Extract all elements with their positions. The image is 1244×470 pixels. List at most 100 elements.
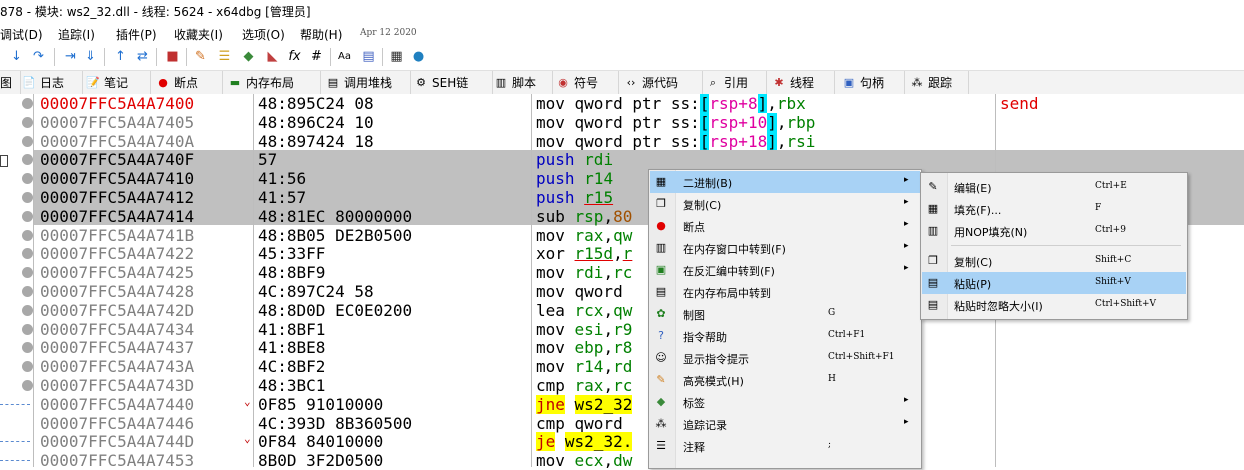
disasm-row[interactable]: 00007FFC5A4A7405 48:896C24 10 mov qword pt…: [0, 112, 1244, 132]
step-over-icon[interactable]: ↷: [30, 48, 47, 65]
context-menu-item[interactable]: ⁂ 追踪记录 ▸: [650, 413, 920, 435]
breakpoint-toggle[interactable]: [22, 135, 33, 147]
breakpoint-toggle[interactable]: [22, 248, 33, 260]
context-menu-item[interactable]: ? 指令帮助 Ctrl+F1: [650, 325, 920, 347]
run-to-icon[interactable]: ⇓: [82, 48, 99, 65]
breakpoint-toggle[interactable]: [22, 210, 33, 222]
bookmark-icon[interactable]: ◣: [264, 48, 281, 65]
step-up-icon[interactable]: ↑: [112, 48, 129, 65]
disasm-row[interactable]: 00007FFC5A4A7437 41:8BE8 mov ebp,r8: [0, 338, 1244, 357]
submenu-item[interactable]: ▥ 用NOP填充(N) Ctrl+9: [922, 220, 1186, 242]
tab-seh[interactable]: ⚙ SEH链: [414, 71, 493, 94]
script-icon[interactable]: ▤: [360, 48, 377, 65]
context-menu-item[interactable]: ❐ 复制(C) ▸: [650, 193, 920, 215]
mnemonic: mov qword: [536, 282, 623, 301]
submenu-item[interactable]: ✎ 编辑(E) Ctrl+E: [922, 176, 1186, 198]
globe-icon[interactable]: ●: [410, 48, 427, 65]
breakpoint-toggle[interactable]: [22, 267, 33, 279]
tab-notes[interactable]: 📝 笔记: [86, 71, 151, 94]
tab-script[interactable]: ▥ 脚本: [494, 71, 553, 94]
tab-log[interactable]: 📄 日志: [22, 71, 83, 94]
submenu-item[interactable]: ▤ 粘贴(P) Shift+V: [922, 272, 1186, 294]
menu-favourites[interactable]: 收藏夹(I): [174, 26, 223, 43]
instruction: push r15: [536, 188, 613, 207]
menu-debug[interactable]: 调试(D): [0, 26, 43, 43]
fold-marker[interactable]: [0, 155, 8, 167]
context-menu-item[interactable]: ✎ 高亮模式(H) H: [650, 369, 920, 391]
tab-handles[interactable]: ▣ 句柄: [842, 71, 905, 94]
context-menu-item[interactable]: ◆ 标签 ▸: [650, 391, 920, 413]
jump-arrow-icon: ⌄: [244, 432, 251, 446]
break-icon[interactable]: ■: [164, 48, 181, 65]
tab-graph[interactable]: 图: [0, 71, 21, 94]
disasm-row[interactable]: 00007FFC5A4A744D 0F84 84010000 je ws2_32. ⌄: [0, 432, 1244, 452]
submenu-item[interactable]: ▦ 填充(F)... F: [922, 198, 1186, 220]
menu-trace[interactable]: 追踪(I): [58, 26, 95, 43]
shortcut: H: [828, 374, 836, 384]
breakpoint-toggle[interactable]: [22, 304, 33, 316]
tab-symbols[interactable]: ◉ 符号: [556, 71, 619, 94]
context-menu-item[interactable]: ● 断点 ▸: [650, 215, 920, 237]
breakpoint-toggle[interactable]: [22, 229, 33, 241]
breakpoint-toggle[interactable]: [22, 361, 33, 373]
submenu-item[interactable]: ❐ 复制(C) Shift+C: [922, 250, 1186, 272]
disasm-row[interactable]: 00007FFC5A4A740A 48:897424 18 mov qword pt…: [0, 131, 1244, 151]
disasm-row[interactable]: 00007FFC5A4A7434 41:8BF1 mov esi,r9: [0, 320, 1244, 339]
context-menu-item[interactable]: ▤ 在内存布局中转到: [650, 281, 920, 303]
bytes: 4C:8BF2: [258, 357, 326, 377]
tab-references[interactable]: ⌕ 引用: [706, 71, 767, 94]
register: rdi: [584, 150, 614, 170]
context-menu-item[interactable]: ▣ 在反汇编中转到(F) ▸: [650, 259, 920, 281]
disasm-row[interactable]: 00007FFC5A4A7440 0F85 91010000 jne ws2_32 ⌄: [0, 394, 1244, 414]
menu-options[interactable]: 选项(O): [242, 26, 285, 43]
font-icon[interactable]: Aa: [336, 48, 353, 65]
disasm-row[interactable]: 00007FFC5A4A7446 4C:393D 8B360500 cmp qwor…: [0, 414, 1244, 433]
bracket: [: [699, 112, 710, 132]
edit-icon: ✎: [928, 180, 938, 193]
context-menu-item[interactable]: ▦ 二进制(B) ▸: [650, 171, 920, 193]
register: r14: [584, 169, 614, 189]
memory-map-icon: ▬: [229, 75, 241, 89]
hash-icon[interactable]: #: [308, 48, 325, 65]
breakpoint-toggle[interactable]: [22, 98, 33, 109]
tab-source[interactable]: ‹› 源代码: [624, 71, 703, 94]
step-back-icon[interactable]: ⇥: [62, 48, 79, 65]
breakpoint-toggle[interactable]: [22, 173, 33, 185]
bytes: 48:81EC 80000000: [258, 206, 413, 226]
breakpoint-toggle[interactable]: [22, 116, 33, 128]
context-menu-item[interactable]: ☰ 注释;: [650, 435, 920, 457]
breakpoint-toggle[interactable]: [22, 154, 33, 166]
step-into-icon[interactable]: ↓: [8, 48, 25, 65]
register: r15: [584, 188, 614, 207]
breakpoint-toggle[interactable]: [22, 192, 33, 203]
submenu-item[interactable]: ▤ 粘贴时忽略大小(I) Ctrl+Shift+V: [922, 294, 1186, 316]
breakpoint-toggle[interactable]: [22, 342, 33, 354]
breakpoint-toggle[interactable]: [22, 286, 33, 297]
title-bar: 878 - 模块: ws2_32.dll - 线程: 5624 - x64dbg…: [0, 0, 1244, 24]
disasm-row[interactable]: 00007FFC5A4A743D 48:3BC1 cmp rax,rc: [0, 376, 1244, 395]
breakpoint-toggle[interactable]: [22, 323, 33, 335]
tab-threads[interactable]: ✱ 线程: [772, 71, 835, 94]
label-icon[interactable]: ◆: [240, 48, 257, 65]
menu-plugins[interactable]: 插件(P): [116, 26, 157, 43]
tab-breakpoints[interactable]: ● 断点: [156, 71, 223, 94]
patch-icon[interactable]: ✎: [192, 48, 209, 65]
animate-icon[interactable]: ⇄: [134, 48, 151, 65]
calculator-icon[interactable]: ▦: [388, 48, 405, 65]
comment-icon[interactable]: ☰: [216, 48, 233, 65]
context-menu-item[interactable]: ✿ 制图 G: [650, 303, 920, 325]
context-menu-item[interactable]: ▥ 在内存窗口中转到(F) ▸: [650, 237, 920, 259]
disasm-row[interactable]: 00007FFC5A4A740F 57 push rdi: [0, 150, 1244, 169]
tab-call-stack[interactable]: ▤ 调用堆栈: [326, 71, 411, 94]
tab-memory-map[interactable]: ▬ 内存布局: [228, 71, 321, 94]
menu-help[interactable]: 帮助(H): [300, 26, 342, 43]
breakpoint-toggle[interactable]: [22, 380, 33, 391]
disasm-row[interactable]: 00007FFC5A4A743A 4C:8BF2 mov r14,rd: [0, 357, 1244, 376]
function-icon[interactable]: fx: [286, 48, 303, 65]
disasm-row[interactable]: 00007FFC5A4A7400 48:895C24 08 mov qword pt…: [0, 94, 1244, 113]
column-separator: [531, 94, 532, 467]
threads-icon: ✱: [774, 75, 784, 89]
jump-mnemonic: je: [536, 432, 556, 452]
context-menu-item[interactable]: ☺ 显示指令提示 Ctrl+Shift+F1: [650, 347, 920, 369]
tab-trace[interactable]: ⁂ 跟踪: [910, 71, 969, 94]
